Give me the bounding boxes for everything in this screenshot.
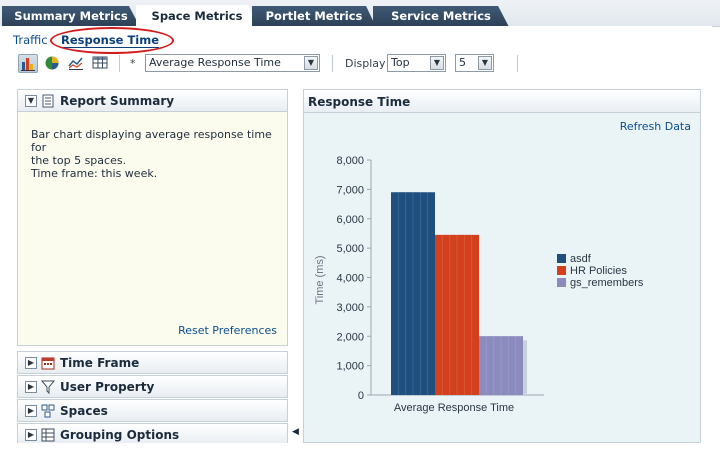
y-tick-label: 7,000: [336, 184, 364, 196]
collapse-left-arrow-icon[interactable]: ◀: [292, 427, 299, 439]
chevron-down-icon: ▼: [430, 56, 444, 70]
grouping-options-title: Grouping Options: [60, 428, 180, 442]
app-window: Summary Metrics Space Metrics Portlet Me…: [0, 0, 720, 466]
tab-bar: Summary Metrics Space Metrics Portlet Me…: [0, 0, 720, 28]
time-frame-title: Time Frame: [60, 356, 140, 370]
toolbar: * Average Response Time ▼ Display Top ▼ …: [10, 52, 710, 75]
subtab-traffic[interactable]: Traffic: [13, 33, 48, 47]
y-axis-label: Time (ms): [314, 255, 326, 304]
refresh-data-link[interactable]: Refresh Data: [620, 120, 691, 133]
report-summary-title: Report Summary: [60, 94, 175, 108]
y-tick-label: 4,000: [336, 273, 364, 285]
legend-swatch: [557, 278, 566, 287]
legend-swatch: [557, 254, 566, 263]
metric-select[interactable]: Average Response Time ▼: [145, 54, 320, 72]
right-panel-title: Response Time: [308, 95, 411, 109]
right-panel: Response Time Refresh Data Time (ms) Ave…: [303, 89, 701, 443]
spaces-icon: [41, 404, 55, 418]
tab-service-metrics[interactable]: Service Metrics: [373, 6, 509, 27]
tab-portlet-metrics[interactable]: Portlet Metrics: [252, 6, 376, 27]
chevron-down-icon: ▼: [478, 56, 492, 70]
count-select[interactable]: 5 ▼: [455, 54, 494, 72]
y-tick-label: 6,000: [336, 214, 364, 226]
y-tick-label: 3,000: [336, 302, 364, 314]
spaces-header[interactable]: ▶ Spaces: [17, 399, 288, 422]
left-panel: ▼ Report Summary Bar chart displaying av…: [17, 89, 288, 446]
expand-icon[interactable]: ▶: [25, 381, 37, 393]
metric-select-value: Average Response Time: [149, 56, 281, 69]
collapse-icon[interactable]: ▼: [25, 95, 37, 107]
bar-shadow: [523, 340, 527, 395]
report-summary-header[interactable]: ▼ Report Summary: [17, 89, 288, 112]
count-select-value: 5: [459, 56, 466, 69]
expand-icon[interactable]: ▶: [25, 357, 37, 369]
chevron-down-icon: ▼: [304, 56, 318, 70]
response-time-chart: Time (ms) Average Response Time 0 1,000 2,…: [314, 155, 644, 414]
spaces-title: Spaces: [60, 404, 108, 418]
report-icon: [41, 94, 55, 108]
summary-line: Time frame: this week.: [31, 167, 158, 180]
tab-space-metrics[interactable]: Space Metrics: [136, 5, 258, 28]
toolbar-separator: [119, 55, 120, 72]
tab-summary-metrics[interactable]: Summary Metrics: [2, 6, 140, 27]
bar-chart-icon[interactable]: [18, 54, 38, 73]
toolbar-separator: [517, 55, 518, 72]
y-tick-label: 5,000: [336, 243, 364, 255]
y-tick-label: 8,000: [336, 155, 364, 167]
page-bottom: [0, 443, 720, 466]
funnel-icon: [40, 380, 56, 395]
table-icon[interactable]: [91, 54, 111, 73]
panel-splitter[interactable]: [292, 89, 298, 443]
right-panel-header: Response Time: [304, 90, 700, 113]
line-chart-icon[interactable]: [67, 54, 87, 73]
y-tick-label: 0: [358, 390, 364, 402]
summary-line: the top 5 spaces.: [31, 154, 127, 167]
y-tick-label: 2,000: [336, 331, 364, 343]
legend-label: HR Policies: [570, 265, 627, 277]
time-frame-header[interactable]: ▶ Time Frame: [17, 351, 288, 374]
pie-chart-icon[interactable]: [43, 54, 63, 73]
highlight-annotation: [50, 27, 174, 54]
toolbar-separator: [332, 55, 333, 72]
display-select-value: Top: [391, 56, 410, 69]
grouping-icon: [41, 428, 55, 442]
report-summary-body: Bar chart displaying average response ti…: [17, 112, 288, 346]
reset-preferences-link[interactable]: Reset Preferences: [178, 324, 277, 337]
calendar-icon: [41, 356, 55, 370]
y-tick-label: 1,000: [336, 361, 364, 373]
expand-icon[interactable]: ▶: [25, 405, 37, 417]
display-select[interactable]: Top ▼: [387, 54, 446, 72]
x-axis-label: Average Response Time: [394, 402, 514, 414]
legend-label: gs_remembers: [570, 277, 644, 289]
legend-swatch: [557, 266, 566, 275]
legend-label: asdf: [570, 253, 592, 265]
required-marker: *: [130, 57, 136, 70]
user-property-title: User Property: [60, 380, 155, 394]
display-label: Display: [345, 57, 386, 70]
expand-icon[interactable]: ▶: [25, 429, 37, 441]
report-summary-text: Bar chart displaying average response ti…: [31, 128, 281, 180]
summary-line: Bar chart displaying average response ti…: [31, 128, 272, 154]
user-property-header[interactable]: ▶ User Property: [17, 375, 288, 398]
